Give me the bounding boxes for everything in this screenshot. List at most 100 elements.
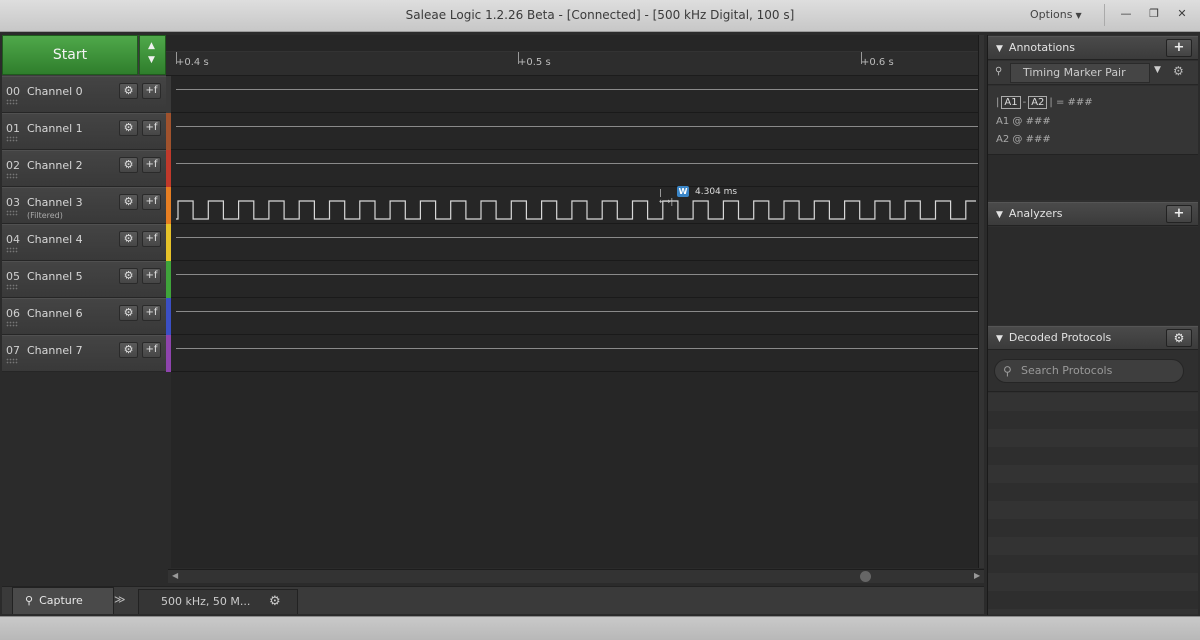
gear-icon[interactable]: ⚙	[1173, 64, 1184, 78]
timing-marker-row[interactable]: ⚲ Timing Marker Pair ▼ ⚙	[988, 61, 1198, 85]
drag-handle-icon[interactable]	[6, 99, 18, 105]
time-ruler[interactable]: +0.4 s +0.5 s +0.6 s	[166, 35, 984, 76]
drag-handle-icon[interactable]	[6, 321, 18, 327]
trigger-icon[interactable]: +f	[142, 83, 161, 99]
tab-capture-settings[interactable]: 500 kHz, 50 M... ⚙	[138, 589, 298, 614]
drag-handle-icon[interactable]	[6, 358, 18, 364]
lane-separator	[171, 260, 979, 261]
channel-name[interactable]: Channel 4	[27, 233, 83, 246]
square-wave-trace	[176, 200, 976, 220]
scroll-left-icon[interactable]: ◀	[172, 571, 178, 580]
channel-name[interactable]: Channel 2	[27, 159, 83, 172]
start-button[interactable]: Start	[2, 35, 138, 75]
drag-handle-icon[interactable]	[6, 136, 18, 142]
minimize-button[interactable]: —	[1112, 4, 1140, 24]
gear-icon[interactable]: ⚙	[119, 83, 138, 99]
close-button[interactable]: ✕	[1168, 4, 1196, 24]
pin-icon: ⚲	[995, 66, 1003, 77]
options-label: Options	[1030, 8, 1073, 21]
channel-name[interactable]: Channel 5	[27, 270, 83, 283]
channel-waveform[interactable]	[176, 89, 978, 90]
a1-marker-button[interactable]: A1	[1001, 96, 1021, 109]
scroll-right-icon[interactable]: ▶	[974, 571, 980, 580]
options-menu[interactable]: Options ▼	[1030, 8, 1096, 24]
ruler-tick-label: +0.6 s	[861, 57, 894, 68]
gear-icon[interactable]: ⚙	[119, 157, 138, 173]
analyzers-header[interactable]: ▼ Analyzers +	[988, 202, 1198, 226]
channel-row[interactable]: 05 Channel 5 ⚙ +f	[2, 261, 166, 298]
gear-icon[interactable]: ⚙	[119, 342, 138, 358]
scroll-thumb[interactable]	[860, 571, 871, 582]
chevron-down-icon[interactable]: ▼	[1154, 65, 1161, 75]
chevron-down-icon: ▼	[1075, 11, 1082, 20]
arrow-up-icon[interactable]: ▲	[148, 41, 155, 51]
gear-icon[interactable]: ⚙	[119, 120, 138, 136]
channel-waveform[interactable]	[176, 348, 978, 349]
lane-separator	[171, 223, 979, 224]
channel-name[interactable]: Channel 6	[27, 307, 83, 320]
gear-icon[interactable]: ⚙	[119, 305, 138, 321]
a2-marker-button[interactable]: A2	[1028, 96, 1048, 109]
trigger-icon[interactable]: +f	[142, 120, 161, 136]
add-annotation-button[interactable]: +	[1166, 39, 1192, 57]
tab-capture[interactable]: ⚲ Capture	[12, 587, 114, 614]
annotations-header[interactable]: ▼ Annotations +	[988, 36, 1198, 60]
trigger-icon[interactable]: +f	[142, 194, 161, 210]
channel-waveform[interactable]	[176, 311, 978, 312]
arrow-down-icon[interactable]: ▼	[148, 55, 155, 65]
gear-icon[interactable]: ⚙	[1166, 329, 1192, 347]
start-options[interactable]: ▲ ▼	[139, 35, 166, 75]
channel-row[interactable]: 04 Channel 4 ⚙ +f	[2, 224, 166, 261]
trigger-icon[interactable]: +f	[142, 157, 161, 173]
channel-waveform[interactable]	[176, 237, 978, 238]
capture-icon: ⚲	[25, 594, 34, 607]
gear-icon[interactable]: ⚙	[119, 194, 138, 210]
title-bar: Saleae Logic 1.2.26 Beta - [Connected] -…	[0, 0, 1200, 32]
analyzers-title: Analyzers	[1008, 207, 1063, 220]
maximize-button[interactable]: ❐	[1140, 4, 1168, 24]
drag-handle-icon[interactable]	[6, 284, 18, 290]
collapse-triangle-icon[interactable]: ▼	[996, 334, 1003, 344]
drag-handle-icon[interactable]	[6, 247, 18, 253]
channel-row[interactable]: 03 Channel 3 (Filtered) ⚙ +f	[2, 187, 166, 224]
a1-position: A1 @ ###	[996, 116, 1051, 127]
channel-name[interactable]: Channel 1	[27, 122, 83, 135]
drag-handle-icon[interactable]	[6, 210, 18, 216]
gear-icon[interactable]: ⚙	[269, 590, 281, 614]
drag-handle-icon[interactable]	[6, 173, 18, 179]
collapse-triangle-icon[interactable]: ▼	[996, 44, 1003, 54]
search-protocols-input[interactable]: ⚲ Search Protocols	[994, 359, 1184, 383]
trigger-icon[interactable]: +f	[142, 305, 161, 321]
a2-label: A2	[996, 134, 1010, 145]
more-tabs-button[interactable]: ≫	[114, 593, 126, 606]
add-analyzer-button[interactable]: +	[1166, 205, 1192, 223]
channel-name[interactable]: Channel 0	[27, 85, 83, 98]
difference-value: ###	[1067, 97, 1093, 108]
channel-row[interactable]: 01 Channel 1 ⚙ +f	[2, 113, 166, 150]
channel-waveform[interactable]	[176, 163, 978, 164]
trigger-icon[interactable]: +f	[142, 268, 161, 284]
channel-number: 05	[6, 270, 20, 283]
waveform-area[interactable]	[171, 35, 979, 568]
channel-waveform[interactable]	[176, 126, 978, 127]
channel-name[interactable]: Channel 3	[27, 196, 83, 209]
gear-icon[interactable]: ⚙	[119, 231, 138, 247]
trigger-icon[interactable]: +f	[142, 342, 161, 358]
timing-marker-label[interactable]: Timing Marker Pair	[1010, 63, 1150, 83]
decoded-protocols-header[interactable]: ▼ Decoded Protocols ⚙	[988, 326, 1198, 350]
channel-row[interactable]: 02 Channel 2 ⚙ +f	[2, 150, 166, 187]
channel-row[interactable]: 07 Channel 7 ⚙ +f	[2, 335, 166, 372]
channel-name[interactable]: Channel 7	[27, 344, 83, 357]
capture-settings-label: 500 kHz, 50 M...	[161, 595, 251, 608]
decoded-protocols-list	[988, 393, 1198, 614]
collapse-triangle-icon[interactable]: ▼	[996, 210, 1003, 220]
channel-number: 03	[6, 196, 20, 209]
trigger-icon[interactable]: +f	[142, 231, 161, 247]
channel-row[interactable]: 00 Channel 0 ⚙ +f	[2, 76, 166, 113]
at-symbol: @	[1012, 116, 1023, 127]
gear-icon[interactable]: ⚙	[119, 268, 138, 284]
channel-3-waveform[interactable]	[176, 198, 978, 222]
horizontal-scrollbar[interactable]: ◀ ▶	[168, 569, 984, 583]
channel-waveform[interactable]	[176, 274, 978, 275]
channel-row[interactable]: 06 Channel 6 ⚙ +f	[2, 298, 166, 335]
